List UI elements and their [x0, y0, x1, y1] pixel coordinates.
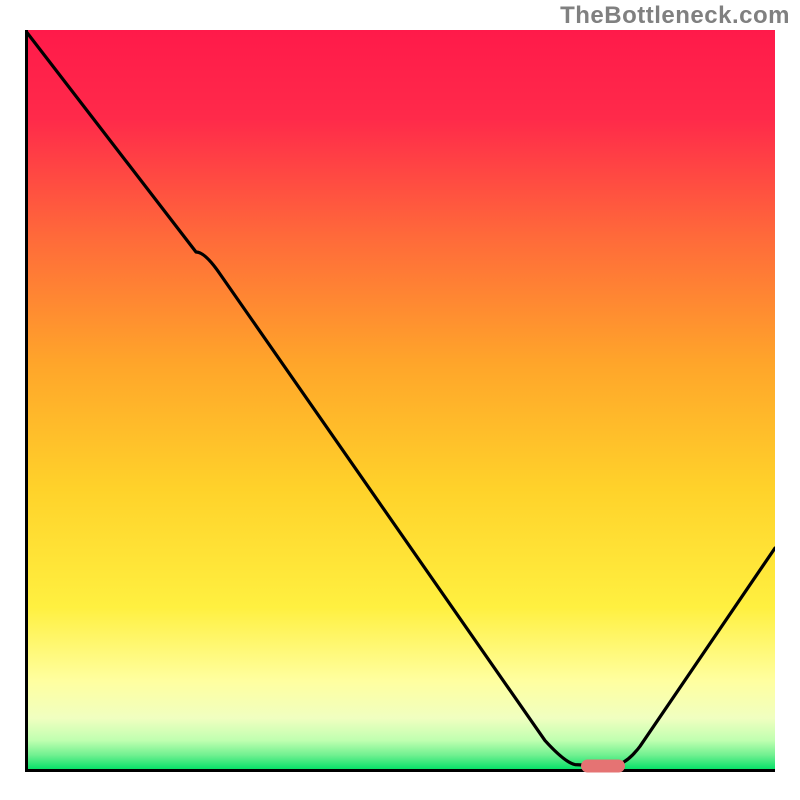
x-axis [25, 769, 775, 772]
chart-container: TheBottleneck.com [0, 0, 800, 800]
plot-area [25, 30, 775, 770]
optimal-marker [581, 760, 625, 773]
watermark-text: TheBottleneck.com [560, 2, 790, 30]
y-axis [25, 30, 28, 772]
bottleneck-curve [25, 30, 775, 770]
